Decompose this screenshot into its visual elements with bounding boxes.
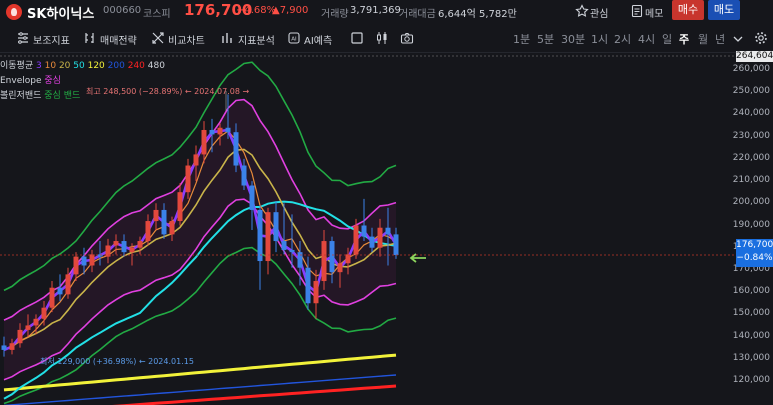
company-logo [6,4,22,20]
price-tick-label: 230,000 [732,130,770,141]
market-name: 코스피 [143,9,171,20]
change-amount: ▲7,900 [272,5,309,16]
toolbar-indicators[interactable]: 보조지표 [33,32,70,47]
memo-button[interactable]: 메모 [645,5,663,20]
ma-legend[interactable]: 이동평균 3 10 20 50 120 200 240 480 [0,58,165,71]
ma-480: 480 [147,61,165,71]
period-4h[interactable]: 4시 [638,31,655,47]
bollinger-value: 중심 밴드 [44,91,81,101]
ma-120: 120 [87,61,105,71]
envelope-label: Envelope [0,76,42,86]
last-price-tag: 176,700 −0.84% [736,239,773,267]
price-tick-label: 140,000 [732,330,770,341]
bollinger-label: 볼린저밴드 [0,91,42,101]
price-tick-label: 240,000 [732,108,770,119]
price-tick-label: 250,000 [732,86,770,97]
price-tick-label: 220,000 [732,152,770,163]
ma240-line [111,384,397,405]
toolbar-ai[interactable]: AI예측 [304,32,332,47]
ma-10: 10 [44,61,57,71]
volume-label: 거래량 [321,9,349,20]
amount-label: 거래대금 [399,9,436,20]
low-annotation: 최저 129,000 (+36.98%) ← 2024.01.15 [40,357,194,366]
period-day[interactable]: 일 [662,31,672,47]
price-axis[interactable]: 260,000 250,000 240,000 230,000 220,000 210,0… [732,53,773,405]
buy-button[interactable]: 매수 [672,0,704,20]
high-price-tag: 264,604 [736,51,773,62]
toolbar-compare[interactable]: 비교차트 [168,32,205,47]
ai-icon[interactable]: AI [287,31,301,45]
ma-3: 3 [36,61,42,71]
candle [49,281,55,313]
indicator-icon[interactable] [16,31,30,45]
volume-value: 3,791,369 [350,5,401,16]
price-tick-label: 160,000 [732,286,770,297]
memo-icon[interactable] [630,4,644,18]
period-month[interactable]: 월 [698,31,708,47]
period-2h[interactable]: 2시 [614,31,631,47]
ma-20: 20 [58,61,71,71]
square-tool-icon[interactable] [350,31,364,45]
chevron-down-icon[interactable] [731,32,745,46]
stock-code: 000660 [103,5,142,16]
period-year[interactable]: 년 [715,31,725,47]
compare-icon[interactable] [151,31,165,45]
amount-value: 6,644억 5,782만 [438,9,517,20]
envelope-legend[interactable]: Envelope 중심 [0,73,61,86]
camera-icon[interactable] [400,31,414,45]
candle [265,207,271,275]
change-percent: +4.68% [236,5,277,16]
ma-label: 이동평균 [0,61,34,71]
stock-name[interactable]: SK하이닉스 [27,3,94,22]
high-annotation: 최고 248,500 (−28.89%) ← 2024.07.08 → [86,87,250,96]
ma-50: 50 [73,61,85,71]
candle [257,205,263,290]
last-price-change: −0.84% [736,253,773,263]
svg-text:AI: AI [291,37,297,43]
strategy-icon[interactable] [83,31,97,45]
price-tick-label: 150,000 [732,308,770,319]
toolbar-strategy[interactable]: 매매전략 [100,32,137,47]
price-chart[interactable] [0,53,735,405]
toolbar-analysis[interactable]: 지표분석 [238,32,275,47]
price-tick-label: 200,000 [732,197,770,208]
price-tick-label: 130,000 [732,352,770,363]
price-tick-label: 210,000 [732,175,770,186]
arrow-icon [409,253,426,263]
period-1min[interactable]: 1분 [513,31,530,47]
gear-icon[interactable] [754,31,768,45]
last-price-value: 176,700 [736,240,773,250]
bollinger-legend[interactable]: 볼린저밴드 중심 밴드 [0,88,80,101]
watch-button[interactable]: 관심 [590,5,608,20]
price-tick-label: 260,000 [732,64,770,74]
sell-button[interactable]: 매도 [708,0,740,20]
envelope-band-fill [4,99,396,380]
price-tick-label: 190,000 [732,219,770,230]
candle [65,267,71,299]
price-tick-label: 120,000 [732,375,770,385]
candle [249,181,255,230]
star-icon[interactable] [575,4,589,18]
period-30min[interactable]: 30분 [561,31,585,47]
period-5min[interactable]: 5분 [537,31,554,47]
envelope-value: 중심 [44,76,61,86]
period-week[interactable]: 주 [679,31,689,47]
analysis-icon[interactable] [221,31,235,45]
period-1h[interactable]: 1시 [591,31,608,47]
stock-header: SK하이닉스 000660 코스피 176,700 +4.68% ▲7,900 … [0,0,773,24]
candle-type-icon[interactable] [375,31,389,45]
ma-200: 200 [107,61,125,71]
ma-240: 240 [127,61,145,71]
